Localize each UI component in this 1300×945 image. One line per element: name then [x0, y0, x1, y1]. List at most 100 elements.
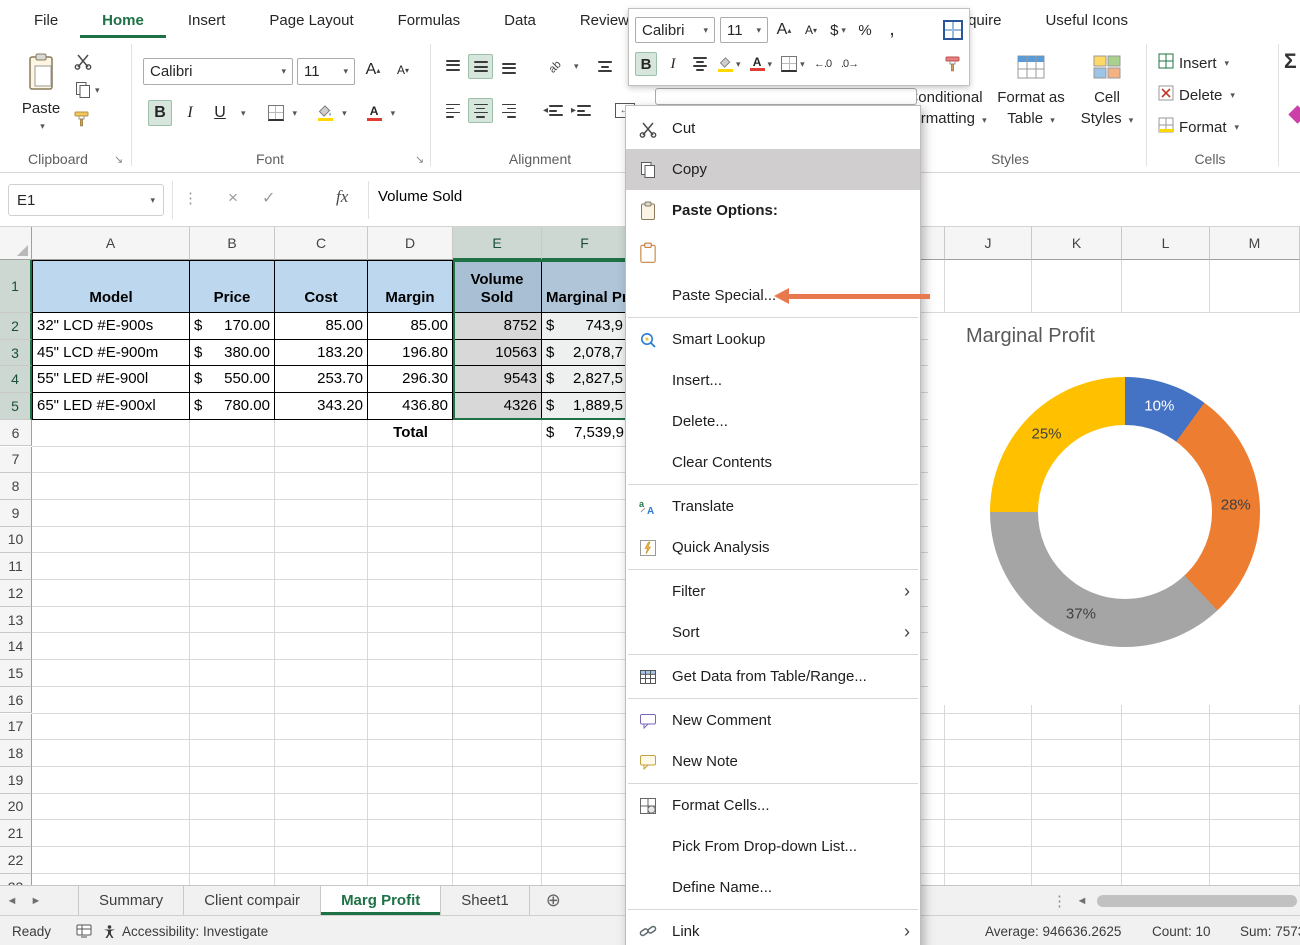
menu-item-define-name[interactable]: Define Name... [626, 867, 920, 908]
cell-E3[interactable]: 10563 [453, 340, 542, 367]
cell-C4[interactable]: 253.70 [275, 366, 368, 393]
autosum-button[interactable]: Σ [1284, 50, 1297, 74]
table-format-icon[interactable] [943, 20, 963, 40]
cell-F6[interactable]: $7,539,9 [542, 420, 628, 447]
mini-font-color-button[interactable]: A▾ [748, 52, 775, 76]
format-painter-button[interactable] [74, 110, 100, 128]
sheet-tab-summary[interactable]: Summary [78, 886, 184, 915]
format-as-table-button[interactable]: Format as Table ▾ [993, 52, 1069, 127]
wrap-text-button[interactable] [593, 54, 618, 79]
menu-item-clear-contents[interactable]: Clear Contents [626, 442, 920, 483]
row-header-1[interactable]: 1 [0, 260, 32, 313]
row-header-4[interactable]: 4 [0, 366, 32, 393]
row-header-9[interactable]: 9 [0, 500, 32, 527]
underline-button[interactable]: U [208, 100, 232, 126]
sheet-nav-right-icon[interactable]: ► [24, 886, 48, 915]
column-header-A[interactable]: A [32, 227, 190, 260]
delete-cells-button[interactable]: Delete▾ [1158, 82, 1235, 108]
column-header-K[interactable]: K [1032, 227, 1122, 260]
formula-input[interactable]: Volume Sold [378, 188, 462, 205]
tab-home[interactable]: Home [80, 4, 166, 38]
mini-format-painter-button[interactable] [941, 52, 963, 76]
row-header-13[interactable]: 13 [0, 607, 32, 634]
column-header-L[interactable]: L [1122, 227, 1210, 260]
name-box-splitter[interactable]: ⋮ [183, 189, 198, 207]
clipboard-dialog-launcher-icon[interactable]: ↘ [114, 153, 123, 166]
column-header-B[interactable]: B [190, 227, 275, 260]
font-dialog-launcher-icon[interactable]: ↘ [415, 153, 424, 166]
menu-item-cut[interactable]: Cut [626, 108, 920, 149]
cell-C1[interactable]: Cost [275, 260, 368, 313]
middle-align-button[interactable] [468, 54, 493, 79]
scrollbar-thumb[interactable] [1097, 895, 1297, 907]
row-header-21[interactable]: 21 [0, 820, 32, 847]
cell-F3[interactable]: $2,078,7 [542, 340, 628, 367]
menu-item-paste-special[interactable]: Paste Special... [626, 275, 920, 316]
mini-currency-button[interactable]: $▾ [827, 18, 849, 42]
mini-shrink-font-button[interactable]: A▾ [800, 18, 822, 42]
cell-D5[interactable]: 436.80 [368, 393, 453, 420]
menu-item-get-data-from-table-range[interactable]: Get Data from Table/Range... [626, 656, 920, 697]
cell-A5[interactable]: 65" LED #E-900xl [32, 393, 190, 420]
row-header-3[interactable]: 3 [0, 340, 32, 367]
sheet-tab-marg-profit[interactable]: Marg Profit [321, 886, 441, 915]
mini-italic-button[interactable]: I [662, 52, 684, 76]
menu-item-new-note[interactable]: New Note [626, 741, 920, 782]
mini-comma-button[interactable]: , [881, 18, 903, 42]
cell-F4[interactable]: $2,827,5 [542, 366, 628, 393]
cell-C2[interactable]: 85.00 [275, 313, 368, 340]
new-sheet-button[interactable]: ⊕ [546, 886, 561, 915]
menu-item-paste-options[interactable]: Paste Options: [626, 190, 920, 231]
mini-percent-button[interactable]: % [854, 18, 876, 42]
cell-F1[interactable]: Marginal Profit [542, 260, 628, 313]
row-header-15[interactable]: 15 [0, 660, 32, 687]
scroll-left-icon[interactable]: ◄ [1072, 886, 1092, 916]
font-color-button[interactable]: A [367, 106, 382, 121]
cell-B5[interactable]: $780.00 [190, 393, 275, 420]
font-size-select[interactable]: 11▾ [297, 58, 355, 85]
tab-insert[interactable]: Insert [166, 4, 248, 38]
number-format-select[interactable] [655, 88, 917, 105]
tab-page-layout[interactable]: Page Layout [247, 4, 375, 38]
column-header-C[interactable]: C [275, 227, 368, 260]
mini-fill-color-button[interactable]: ▾ [716, 52, 743, 76]
tab-formulas[interactable]: Formulas [376, 4, 483, 38]
mini-font-name-select[interactable]: Calibri▾ [635, 17, 715, 43]
menu-item-smart-lookup[interactable]: Smart Lookup [626, 319, 920, 360]
cell-B2[interactable]: $170.00 [190, 313, 275, 340]
confirm-entry-icon[interactable]: ✓ [262, 188, 275, 208]
row-header-7[interactable]: 7 [0, 447, 32, 474]
bold-button[interactable]: B [148, 100, 172, 126]
mini-font-size-select[interactable]: 11▾ [720, 17, 768, 43]
cell-A1[interactable]: Model [32, 260, 190, 313]
row-header-8[interactable]: 8 [0, 473, 32, 500]
cell-D4[interactable]: 296.30 [368, 366, 453, 393]
row-header-11[interactable]: 11 [0, 553, 32, 580]
accessibility-status[interactable]: Accessibility: Investigate [122, 916, 268, 945]
top-align-button[interactable] [440, 54, 465, 79]
cell-F2[interactable]: $743,9 [542, 313, 628, 340]
sheet-tab-sheet1[interactable]: Sheet1 [441, 886, 530, 915]
cell-E1[interactable]: Volume Sold [453, 260, 542, 313]
mini-increase-decimal-button[interactable]: ←.0 [812, 52, 834, 76]
menu-item-sort[interactable]: Sort› [626, 612, 920, 653]
cell-D1[interactable]: Margin [368, 260, 453, 313]
column-header-J[interactable]: J [945, 227, 1032, 260]
menu-item-link[interactable]: Link› [626, 911, 920, 945]
format-cells-ribbon-button[interactable]: Format▾ [1158, 114, 1239, 140]
menu-item-filter[interactable]: Filter› [626, 571, 920, 612]
row-header-5[interactable]: 5 [0, 393, 32, 420]
menu-item-paste-plain[interactable] [626, 231, 920, 275]
menu-item-delete[interactable]: Delete... [626, 401, 920, 442]
decrease-indent-button[interactable]: ◂ [541, 98, 566, 123]
cut-button[interactable] [74, 52, 100, 70]
menu-item-insert[interactable]: Insert... [626, 360, 920, 401]
cell-E5[interactable]: 4326 [453, 393, 542, 420]
column-header-F[interactable]: F [542, 227, 628, 260]
row-header-6[interactable]: 6 [0, 420, 32, 447]
cell-D2[interactable]: 85.00 [368, 313, 453, 340]
cell-B1[interactable]: Price [190, 260, 275, 313]
tab-useful-icons[interactable]: Useful Icons [1023, 4, 1150, 38]
row-header-19[interactable]: 19 [0, 767, 32, 794]
row-header-23[interactable]: 23 [0, 874, 32, 885]
